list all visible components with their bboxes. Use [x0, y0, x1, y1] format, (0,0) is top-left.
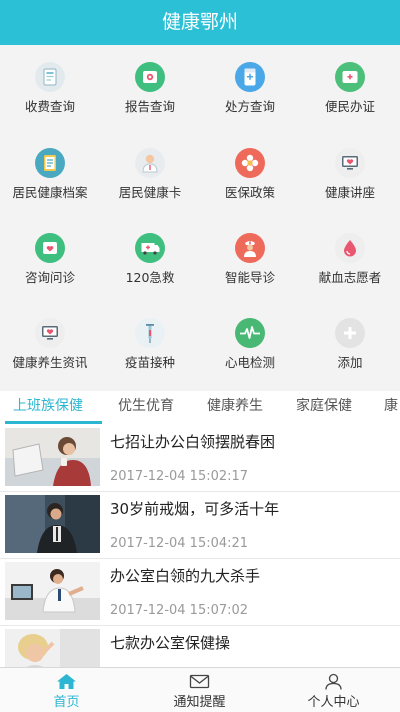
health-record-icon: [35, 148, 65, 178]
grid-item-vaccination[interactable]: 疫苗接种: [100, 301, 200, 387]
ambulance-icon: [135, 233, 165, 263]
article-title: 30岁前戒烟，可多活十年: [110, 500, 280, 518]
grid-item-health-lecture[interactable]: 健康讲座: [300, 131, 400, 217]
nav-home[interactable]: 首页: [0, 668, 133, 712]
home-icon: [57, 674, 76, 689]
nav-home-label: 首页: [53, 695, 80, 710]
grid-item-label: 医保政策: [224, 185, 275, 200]
grid-item-label: 报告查询: [124, 99, 175, 114]
grid-item-label: 收费查询: [24, 99, 75, 114]
grid-item-label: 献血志愿者: [318, 270, 382, 285]
prescription-icon: [235, 62, 265, 92]
grid-item-label: 120急救: [125, 270, 175, 285]
nav-profile-label: 个人中心: [307, 695, 360, 710]
service-grid: 收费查询 报告查询 处方查询 便民办证 居民健康档案 居民健康卡 医保政策 健康…: [0, 45, 400, 391]
grid-item-consult[interactable]: 咨询问诊: [0, 216, 100, 302]
article-timestamp: 2017-12-04 15:07:02: [110, 603, 249, 618]
consult-icon: [35, 233, 65, 263]
active-tab-indicator: [5, 421, 102, 424]
tab-eugenics[interactable]: 优生优育: [118, 391, 174, 425]
grid-item-prescription-query[interactable]: 处方查询: [200, 45, 300, 131]
grid-item-label: 居民健康档案: [12, 185, 88, 200]
doctor-icon: [135, 148, 165, 178]
report-icon: [135, 62, 165, 92]
list-item[interactable]: 30岁前戒烟，可多活十年 2017-12-04 15:04:21: [0, 492, 400, 559]
grid-item-add[interactable]: 添加: [300, 301, 400, 387]
article-thumbnail: [5, 562, 100, 620]
grid-item-insurance-policy[interactable]: 医保政策: [200, 131, 300, 217]
grid-item-ecg[interactable]: 心电检测: [200, 301, 300, 387]
tab-more[interactable]: 康: [384, 391, 398, 425]
category-tabs: 上班族保健 优生优育 健康养生 家庭保健 康: [0, 391, 400, 426]
article-thumbnail: [5, 428, 100, 486]
grid-item-certificate[interactable]: 便民办证: [300, 45, 400, 131]
receipt-icon: [35, 62, 65, 92]
grid-item-label: 居民健康卡: [118, 185, 182, 200]
wellness-monitor-icon: [35, 318, 65, 348]
article-timestamp: 2017-12-04 15:04:21: [110, 536, 249, 551]
certificate-icon: [335, 62, 365, 92]
grid-item-label: 处方查询: [224, 99, 275, 114]
page-title: 健康鄂州: [161, 11, 238, 33]
bottom-nav: 首页 通知提醒 个人中心: [0, 667, 400, 712]
app-header: 健康鄂州: [0, 0, 400, 45]
article-timestamp: 2017-12-04 15:02:17: [110, 469, 249, 484]
grid-item-label: 健康养生资讯: [12, 355, 88, 370]
tab-wellness[interactable]: 健康养生: [207, 391, 263, 425]
grid-item-health-record[interactable]: 居民健康档案: [0, 131, 100, 217]
grid-item-emergency[interactable]: 120急救: [100, 216, 200, 302]
grid-item-label: 咨询问诊: [24, 270, 75, 285]
grid-item-blood-donation[interactable]: 献血志愿者: [300, 216, 400, 302]
grid-item-report-query[interactable]: 报告查询: [100, 45, 200, 131]
lecture-monitor-icon: [335, 148, 365, 178]
grid-item-fee-query[interactable]: 收费查询: [0, 45, 100, 131]
grid-item-wellness-news[interactable]: 健康养生资讯: [0, 301, 100, 387]
article-title: 办公室白领的九大杀手: [110, 567, 261, 585]
tab-office-worker-health[interactable]: 上班族保健: [13, 391, 83, 425]
article-thumbnail: [5, 495, 100, 553]
grid-item-label: 疫苗接种: [124, 355, 175, 370]
grid-item-label: 添加: [337, 355, 363, 370]
grid-item-label: 便民办证: [324, 99, 375, 114]
mail-icon: [189, 674, 210, 689]
grid-item-label: 心电检测: [224, 355, 275, 370]
vaccine-icon: [135, 318, 165, 348]
grid-item-label: 智能导诊: [224, 270, 275, 285]
tab-family-health[interactable]: 家庭保健: [296, 391, 352, 425]
nav-notifications-label: 通知提醒: [173, 695, 226, 710]
ecg-icon: [235, 318, 265, 348]
add-icon: [335, 318, 365, 348]
grid-item-smart-guide[interactable]: 智能导诊: [200, 216, 300, 302]
nav-notifications[interactable]: 通知提醒: [133, 668, 266, 712]
article-title: 七款办公室保健操: [110, 634, 231, 652]
grid-item-label: 健康讲座: [324, 185, 375, 200]
list-item[interactable]: 办公室白领的九大杀手 2017-12-04 15:07:02: [0, 559, 400, 626]
blood-drop-icon: [335, 233, 365, 263]
grid-item-health-card[interactable]: 居民健康卡: [100, 131, 200, 217]
article-title: 七招让办公白领摆脱春困: [110, 433, 276, 451]
nav-profile[interactable]: 个人中心: [267, 668, 400, 712]
insurance-flower-icon: [235, 148, 265, 178]
nurse-icon: [235, 233, 265, 263]
user-icon: [325, 673, 342, 690]
list-item[interactable]: 七招让办公白领摆脱春困 2017-12-04 15:02:17: [0, 425, 400, 492]
